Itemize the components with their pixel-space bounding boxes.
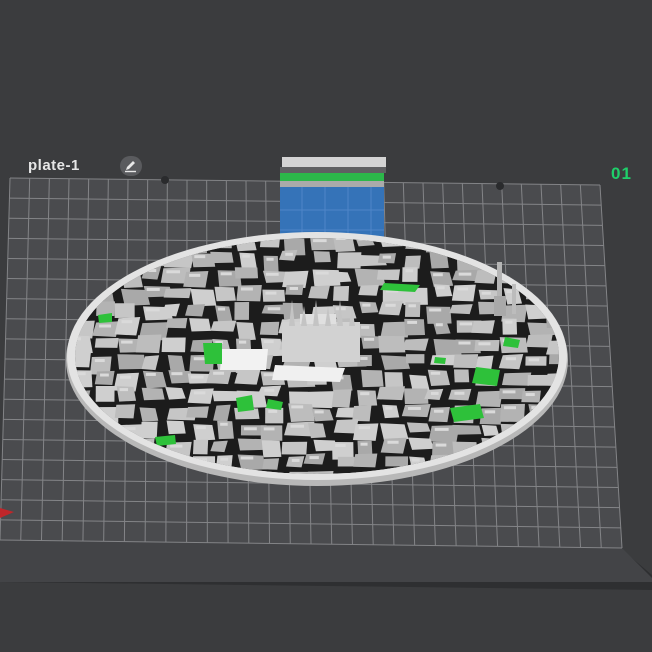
plaza [272, 365, 345, 382]
bed-clip [161, 176, 169, 184]
3d-viewport[interactable] [0, 0, 652, 652]
plate-edit-button[interactable] [120, 156, 142, 176]
bed-clip [496, 182, 504, 190]
plate-index-label: 01 [611, 164, 632, 183]
purge-tower[interactable] [280, 157, 386, 242]
plaza [220, 349, 268, 370]
edit-pencil-icon [125, 161, 136, 173]
plate-name-label: plate-1 [28, 157, 80, 174]
